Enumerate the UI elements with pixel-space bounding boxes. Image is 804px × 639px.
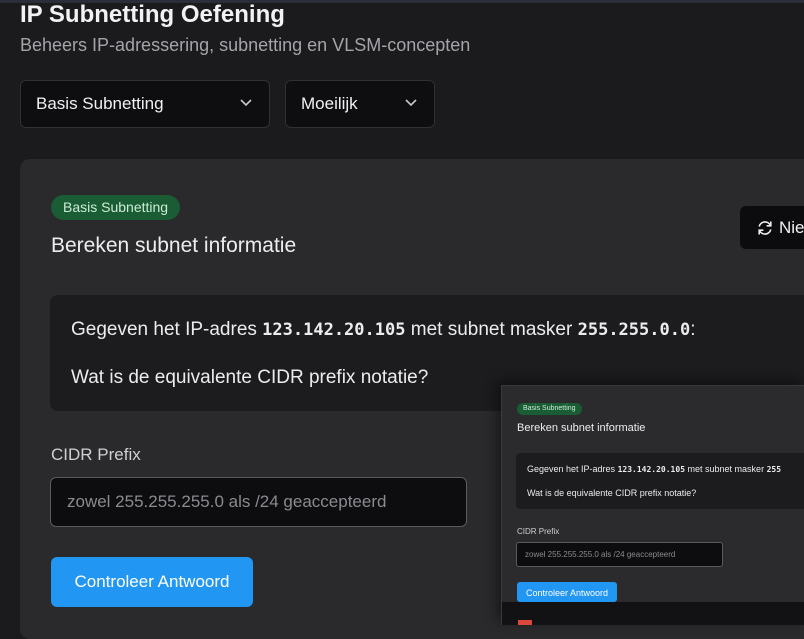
chevron-down-icon bbox=[405, 99, 417, 107]
topic-select[interactable]: Basis Subnetting bbox=[20, 80, 270, 128]
difficulty-select-value: Moeilijk bbox=[301, 94, 358, 113]
subnet-mask: 255.255.0.0 bbox=[577, 320, 691, 340]
question-prompt: Wat is de equivalente CIDR prefix notati… bbox=[71, 367, 429, 388]
preview-question-text: met subnet masker bbox=[687, 464, 765, 474]
page-subtitle: Beheers IP-adressering, subnetting en VL… bbox=[20, 35, 471, 55]
chevron-down-icon bbox=[240, 99, 252, 107]
preview-subnet-mask: 255 bbox=[766, 465, 782, 474]
preview-badge: Basis Subnetting bbox=[517, 403, 582, 415]
preview-app-icon bbox=[518, 620, 532, 625]
preview-question-text: Gegeven het IP-adres bbox=[527, 464, 616, 474]
preview-question-box bbox=[516, 453, 804, 509]
difficulty-select[interactable]: Moeilijk bbox=[285, 80, 435, 128]
cidr-label: CIDR Prefix bbox=[51, 445, 141, 464]
exercise-title: Bereken subnet informatie bbox=[51, 234, 297, 257]
new-question-label: Nie bbox=[779, 217, 804, 237]
preview-question-prompt: Wat is de equivalente CIDR prefix notati… bbox=[527, 488, 697, 498]
refresh-icon bbox=[758, 220, 772, 235]
category-badge: Basis Subnetting bbox=[51, 195, 181, 220]
preview-title: Bereken subnet informatie bbox=[517, 422, 646, 434]
ip-address: 123.142.20.105 bbox=[262, 320, 406, 340]
new-question-button[interactable]: Nie bbox=[740, 206, 804, 249]
preview-thumbnail: Basis Subnetting Bereken subnet informat… bbox=[501, 385, 804, 625]
question-suffix: : bbox=[690, 319, 696, 340]
cidr-input[interactable] bbox=[50, 477, 467, 527]
preview-check-button: Controleer Antwoord bbox=[517, 582, 617, 602]
topic-select-value: Basis Subnetting bbox=[36, 94, 164, 113]
preview-ip-address: 123.142.20.105 bbox=[617, 465, 686, 474]
question-given: Gegeven het IP-adres 123.142.20.105 met … bbox=[71, 319, 695, 341]
preview-footer bbox=[502, 602, 804, 625]
question-text: Gegeven het IP-adres bbox=[71, 319, 257, 340]
preview-question-given: Gegeven het IP-adres 123.142.20.105 met … bbox=[527, 464, 781, 474]
preview-cidr-input: zowel 255.255.255.0 als /24 geaccepteerd bbox=[516, 542, 723, 567]
page-title: IP Subnetting Oefening bbox=[20, 1, 285, 28]
check-answer-button[interactable]: Controleer Antwoord bbox=[51, 557, 253, 607]
question-text: met subnet masker bbox=[410, 319, 573, 340]
preview-cidr-label: CIDR Prefix bbox=[517, 527, 560, 536]
